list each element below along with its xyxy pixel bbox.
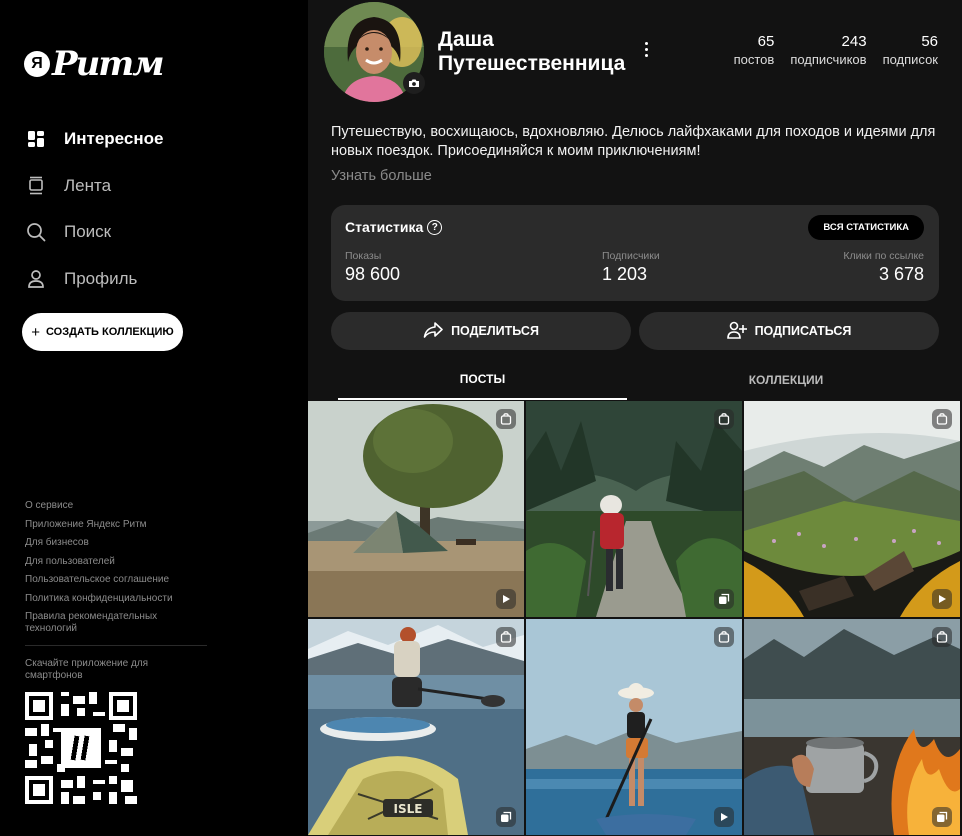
stat-label: подписчиков <box>790 52 867 67</box>
paddleboard-brand-text: ISLE <box>394 802 423 816</box>
footer-link-recommendation-rules[interactable]: Правила рекомендательных технологий <box>25 611 205 635</box>
logo[interactable]: Я Ритм <box>24 44 165 84</box>
paddleboard-lake-photo: ISLE <box>308 619 524 835</box>
tent-camp-photo <box>308 401 524 617</box>
mountain-tent-view-photo <box>744 401 960 617</box>
sidebar: Я Ритм Интересное Лента Поиск Профиль + … <box>0 0 308 836</box>
all-statistics-button[interactable]: ВСЯ СТАТИСТИКА <box>808 215 924 240</box>
stat-value: 65 <box>757 33 775 50</box>
shopping-bag-icon <box>932 627 952 647</box>
plus-icon: + <box>31 323 40 341</box>
footer-link-app[interactable]: Приложение Яндекс Ритм <box>25 519 205 531</box>
play-icon <box>714 807 734 827</box>
stat-label: подписок <box>882 52 938 67</box>
nav-item-profile[interactable]: Профиль <box>26 256 163 303</box>
footer-link-agreement[interactable]: Пользовательское соглашение <box>25 574 205 586</box>
add-user-icon <box>726 321 747 342</box>
metric-label: Клики по ссылке <box>843 250 924 262</box>
metric-label: Показы <box>345 250 382 262</box>
create-collection-label: СОЗДАТЬ КОЛЛЕКЦИЮ <box>45 326 174 338</box>
shopping-bag-icon <box>496 409 516 429</box>
statistics-card: Статистика ? ВСЯ СТАТИСТИКА Показы 98 60… <box>331 205 939 301</box>
stat-value: 56 <box>921 33 938 50</box>
main-nav: Интересное Лента Поиск Профиль <box>26 116 163 302</box>
footer-link-about[interactable]: О сервисе <box>25 500 205 512</box>
subscribe-label: ПОДПИСАТЬСЯ <box>754 324 852 338</box>
shopping-bag-icon <box>714 409 734 429</box>
play-icon <box>932 589 952 609</box>
shopping-bag-icon <box>496 627 516 647</box>
stat-posts[interactable]: 65 постов <box>734 33 775 68</box>
gallery-icon <box>496 807 516 827</box>
play-icon <box>496 589 516 609</box>
post-tile[interactable] <box>744 619 960 835</box>
help-icon[interactable]: ? <box>427 219 443 235</box>
profile-name: Даша Путешественница <box>438 28 626 75</box>
profile-bio: Путешествую, восхищаюсь, вдохновляю. Дел… <box>331 124 936 159</box>
post-tile[interactable] <box>744 401 960 617</box>
more-options-icon[interactable] <box>642 42 650 60</box>
gallery-icon <box>932 807 952 827</box>
create-collection-button[interactable]: + СОЗДАТЬ КОЛЛЕКЦИЮ <box>22 313 183 351</box>
shopping-bag-icon <box>932 409 952 429</box>
statistics-title: Статистика ? <box>345 219 443 235</box>
statistics-title-text: Статистика <box>345 219 424 235</box>
footer-divider <box>25 645 207 646</box>
post-tile[interactable] <box>308 401 524 617</box>
post-tile[interactable]: ISLE <box>308 619 524 835</box>
stat-following[interactable]: 56 подписок <box>883 33 938 68</box>
share-button[interactable]: ПОДЕЛИТЬСЯ <box>331 312 631 350</box>
camera-icon[interactable] <box>403 72 425 94</box>
tab-posts[interactable]: ПОСТЫ <box>338 360 627 400</box>
download-app-text: Скачайте приложение для смартфонов <box>25 658 149 681</box>
footer-link-users[interactable]: Для пользователей <box>25 556 205 568</box>
learn-more-link[interactable]: Узнать больше <box>331 168 432 184</box>
logo-wordmark: Ритм <box>52 44 165 84</box>
nav-label: Профиль <box>64 268 138 288</box>
gallery-icon <box>714 589 734 609</box>
metric-value: 98 600 <box>345 264 401 284</box>
subscribe-button[interactable]: ПОДПИСАТЬСЯ <box>639 312 939 350</box>
nav-label: Поиск <box>64 222 112 242</box>
metric-value: 1 203 <box>602 264 648 284</box>
logo-ya-mark: Я <box>24 51 50 77</box>
metric-label: Подписчики <box>602 250 660 262</box>
stat-label: постов <box>733 52 775 67</box>
nav-item-search[interactable]: Поиск <box>26 209 163 256</box>
profile-page: Даша Путешественница 65 постов 243 подпи… <box>308 0 962 836</box>
nav-label: Интересное <box>64 129 164 149</box>
share-label: ПОДЕЛИТЬСЯ <box>451 324 539 338</box>
feed-icon <box>26 176 46 196</box>
metric-subscribers: Подписчики 1 203 <box>602 249 660 285</box>
tab-collections[interactable]: КОЛЛЕКЦИИ <box>638 360 934 400</box>
metric-link-clicks: Клики по ссылке 3 678 <box>843 249 924 285</box>
stat-followers[interactable]: 243 подписчиков <box>790 33 866 68</box>
hiker-forest-photo <box>526 401 742 617</box>
profile-tabs: ПОСТЫ КОЛЛЕКЦИИ <box>308 360 962 400</box>
nav-item-interesting[interactable]: Интересное <box>26 116 163 163</box>
post-tile[interactable] <box>526 401 742 617</box>
profile-stats: 65 постов 243 подписчиков 56 подписок <box>734 33 938 68</box>
metric-value: 3 678 <box>878 264 924 284</box>
post-tile[interactable] <box>526 619 742 835</box>
footer-links: О сервисе Приложение Яндекс Ритм Для биз… <box>25 500 205 642</box>
footer-link-business[interactable]: Для бизнесов <box>25 537 205 549</box>
shopping-bag-icon <box>714 627 734 647</box>
search-icon <box>26 222 46 242</box>
nav-item-feed[interactable]: Лента <box>26 163 163 210</box>
campfire-mug-photo <box>744 619 960 835</box>
grid-icon <box>26 129 46 149</box>
nav-label: Лента <box>64 175 112 195</box>
metric-views: Показы 98 600 <box>345 249 400 285</box>
share-icon <box>423 321 443 341</box>
qr-code[interactable] <box>25 692 137 804</box>
stat-value: 243 <box>841 33 867 50</box>
footer-link-privacy[interactable]: Политика конфиденциальности <box>25 593 205 605</box>
sup-woman-photo <box>526 619 742 835</box>
profile-icon <box>26 269 46 289</box>
